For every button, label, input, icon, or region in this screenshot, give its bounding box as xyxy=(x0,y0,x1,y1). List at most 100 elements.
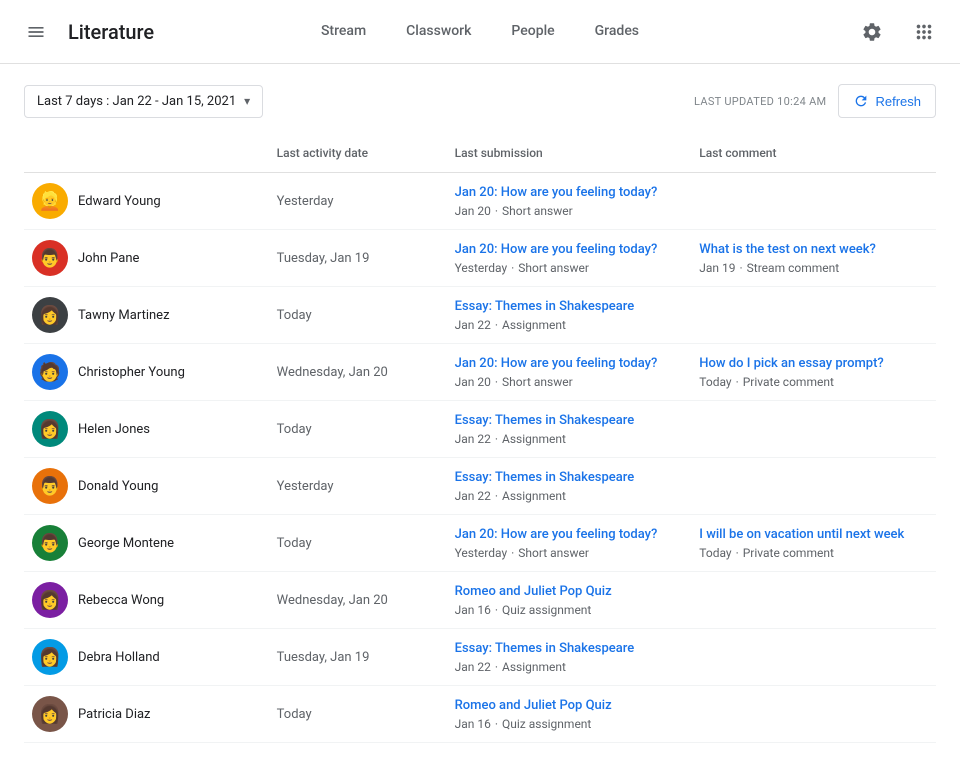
submission-cell: Romeo and Juliet Pop Quiz Jan 16·Quiz as… xyxy=(447,572,692,629)
table-row[interactable]: 👨 George Montene Today Jan 20: How are y… xyxy=(24,515,936,572)
submission-link[interactable]: Essay: Themes in Shakespeare xyxy=(455,640,684,658)
nav-stream[interactable]: Stream xyxy=(301,1,386,65)
submission-link[interactable]: Essay: Themes in Shakespeare xyxy=(455,298,684,316)
submission-meta: Jan 22·Assignment xyxy=(455,432,684,446)
student-name-cell: 👨 George Montene xyxy=(32,525,261,561)
submission-cell: Jan 20: How are you feeling today? Jan 2… xyxy=(447,173,692,230)
header-left: Literature xyxy=(16,12,216,52)
student-name-cell: 👩 Helen Jones xyxy=(32,411,261,447)
submission-meta: Yesterday·Short answer xyxy=(455,261,684,275)
submission-meta: Jan 16·Quiz assignment xyxy=(455,717,684,731)
table-row[interactable]: 🧑 Christopher Young Wednesday, Jan 20 Ja… xyxy=(24,344,936,401)
student-name-cell: 👩 Patricia Diaz xyxy=(32,696,261,732)
comment-cell: I will be on vacation until next week To… xyxy=(691,515,936,572)
comment-meta: Jan 19·Stream comment xyxy=(699,261,928,275)
submission-link[interactable]: Jan 20: How are you feeling today? xyxy=(455,241,684,259)
submission-meta: Yesterday·Short answer xyxy=(455,546,684,560)
submission-link[interactable]: Jan 20: How are you feeling today? xyxy=(455,184,684,202)
chevron-down-icon: ▾ xyxy=(244,94,250,108)
refresh-button[interactable]: Refresh xyxy=(838,84,936,118)
table-row[interactable]: 👩 Debra Holland Tuesday, Jan 19 Essay: T… xyxy=(24,629,936,686)
menu-button[interactable] xyxy=(16,12,56,52)
nav-people[interactable]: People xyxy=(491,1,574,65)
app-title: Literature xyxy=(68,20,154,44)
submission-cell: Essay: Themes in Shakespeare Jan 22·Assi… xyxy=(447,629,692,686)
comment-meta: Today·Private comment xyxy=(699,375,928,389)
avatar: 👨 xyxy=(32,468,68,504)
submission-link[interactable]: Romeo and Juliet Pop Quiz xyxy=(455,697,684,715)
student-name-cell: 🧑 Christopher Young xyxy=(32,354,261,390)
comment-link[interactable]: What is the test on next week? xyxy=(699,241,928,259)
col-header-activity: Last activity date xyxy=(269,138,447,173)
student-name-cell: 👩 Tawny Martinez xyxy=(32,297,261,333)
avatar: 👩 xyxy=(32,297,68,333)
activity-date: Wednesday, Jan 20 xyxy=(269,572,447,629)
student-name: Donald Young xyxy=(78,479,158,494)
comment-cell xyxy=(691,287,936,344)
nav-grades[interactable]: Grades xyxy=(575,1,659,65)
avatar: 👱 xyxy=(32,183,68,219)
refresh-label: Refresh xyxy=(875,94,921,109)
student-name: Edward Young xyxy=(78,194,161,209)
table-row[interactable]: 👨 John Pane Tuesday, Jan 19 Jan 20: How … xyxy=(24,230,936,287)
submission-meta: Jan 22·Assignment xyxy=(455,660,684,674)
col-header-submission: Last submission xyxy=(447,138,692,173)
activity-date: Today xyxy=(269,686,447,743)
activity-date: Today xyxy=(269,515,447,572)
date-filter[interactable]: Last 7 days : Jan 22 - Jan 15, 2021 ▾ xyxy=(24,85,263,118)
last-updated-label: LAST UPDATED 10:24 AM xyxy=(694,95,826,108)
main-content: Last 7 days : Jan 22 - Jan 15, 2021 ▾ LA… xyxy=(0,64,960,763)
submission-cell: Jan 20: How are you feeling today? Jan 2… xyxy=(447,344,692,401)
submission-link[interactable]: Romeo and Juliet Pop Quiz xyxy=(455,583,684,601)
avatar: 👩 xyxy=(32,582,68,618)
student-name: Debra Holland xyxy=(78,650,160,665)
table-row[interactable]: 👩 Tawny Martinez Today Essay: Themes in … xyxy=(24,287,936,344)
col-header-name xyxy=(24,138,269,173)
table-row[interactable]: 👱 Edward Young Yesterday Jan 20: How are… xyxy=(24,173,936,230)
settings-button[interactable] xyxy=(852,12,892,52)
avatar: 👩 xyxy=(32,411,68,447)
activity-date: Yesterday xyxy=(269,458,447,515)
comment-cell xyxy=(691,686,936,743)
comment-cell xyxy=(691,629,936,686)
table-header: Last activity date Last submission Last … xyxy=(24,138,936,173)
submission-link[interactable]: Essay: Themes in Shakespeare xyxy=(455,469,684,487)
refresh-icon xyxy=(853,93,869,109)
student-name: Tawny Martinez xyxy=(78,308,170,323)
student-name: Rebecca Wong xyxy=(78,593,164,608)
comment-cell: How do I pick an essay prompt? Today·Pri… xyxy=(691,344,936,401)
student-name-cell: 👱 Edward Young xyxy=(32,183,261,219)
submission-link[interactable]: Essay: Themes in Shakespeare xyxy=(455,412,684,430)
avatar: 👨 xyxy=(32,240,68,276)
avatar: 👩 xyxy=(32,639,68,675)
student-name: Helen Jones xyxy=(78,422,150,437)
student-name-cell: 👨 Donald Young xyxy=(32,468,261,504)
table-row[interactable]: 👩 Helen Jones Today Essay: Themes in Sha… xyxy=(24,401,936,458)
table-row[interactable]: 👩 Patricia Diaz Today Romeo and Juliet P… xyxy=(24,686,936,743)
submission-meta: Jan 22·Assignment xyxy=(455,318,684,332)
student-name: Patricia Diaz xyxy=(78,707,151,722)
comment-cell xyxy=(691,173,936,230)
avatar: 👨 xyxy=(32,525,68,561)
submission-meta: Jan 22·Assignment xyxy=(455,489,684,503)
table-row[interactable]: 👨 Donald Young Yesterday Essay: Themes i… xyxy=(24,458,936,515)
nav-classwork[interactable]: Classwork xyxy=(386,1,491,65)
activity-date: Tuesday, Jan 19 xyxy=(269,230,447,287)
submission-meta: Jan 20·Short answer xyxy=(455,375,684,389)
submission-link[interactable]: Jan 20: How are you feeling today? xyxy=(455,526,684,544)
avatar: 🧑 xyxy=(32,354,68,390)
comment-cell: What is the test on next week? Jan 19·St… xyxy=(691,230,936,287)
apps-button[interactable] xyxy=(904,12,944,52)
comment-link[interactable]: How do I pick an essay prompt? xyxy=(699,355,928,373)
comment-meta: Today·Private comment xyxy=(699,546,928,560)
student-name: John Pane xyxy=(78,251,139,266)
table-row[interactable]: 👩 Rebecca Wong Wednesday, Jan 20 Romeo a… xyxy=(24,572,936,629)
submission-cell: Jan 20: How are you feeling today? Yeste… xyxy=(447,515,692,572)
submission-link[interactable]: Jan 20: How are you feeling today? xyxy=(455,355,684,373)
submission-cell: Essay: Themes in Shakespeare Jan 22·Assi… xyxy=(447,458,692,515)
comment-link[interactable]: I will be on vacation until next week xyxy=(699,526,928,544)
activity-date: Today xyxy=(269,287,447,344)
student-name: Christopher Young xyxy=(78,365,185,380)
header: Literature Stream Classwork People Grade… xyxy=(0,0,960,64)
comment-cell xyxy=(691,401,936,458)
